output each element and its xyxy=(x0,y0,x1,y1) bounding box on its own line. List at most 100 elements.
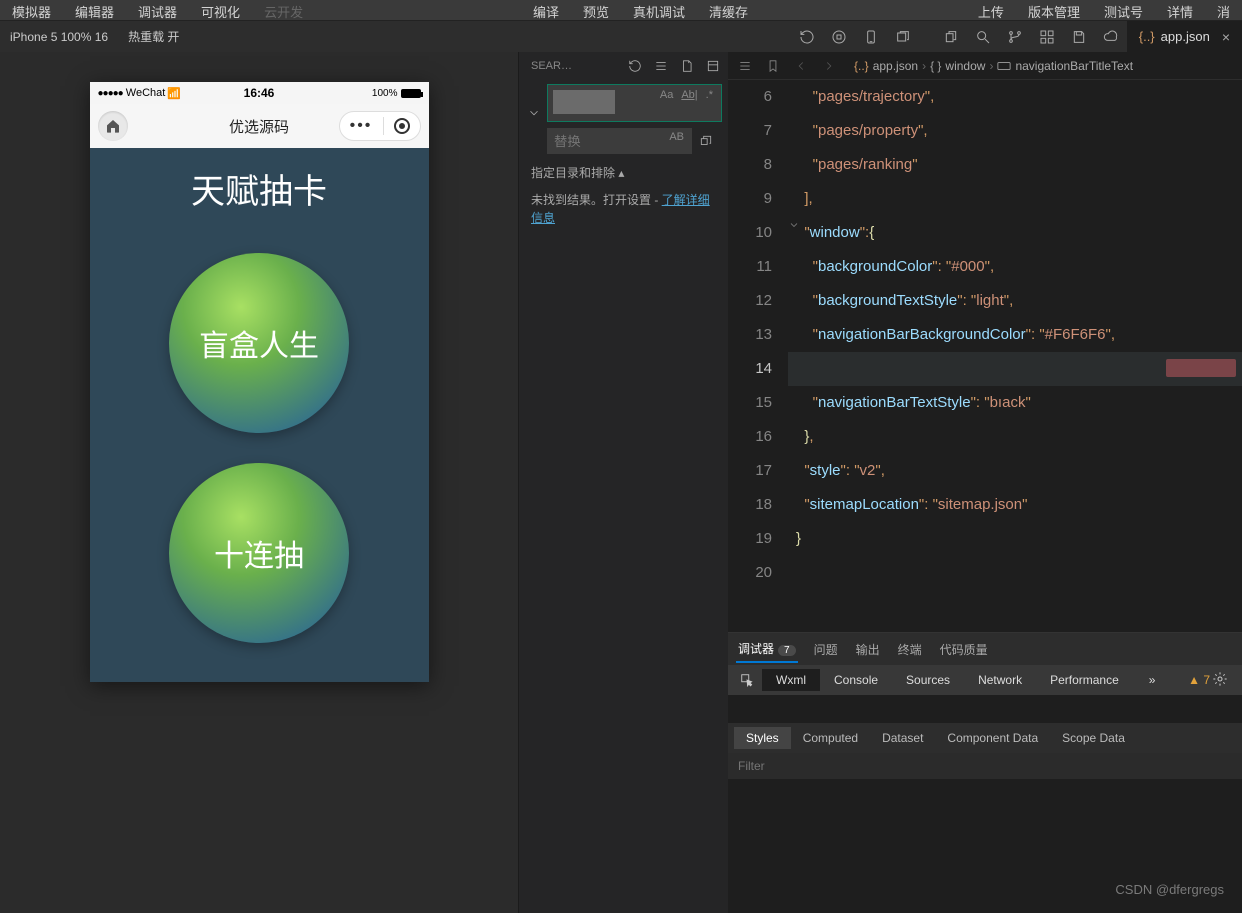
ball-button-2[interactable]: 十连抽 xyxy=(169,463,349,643)
menu-模拟器[interactable]: 模拟器 xyxy=(0,0,63,20)
styles-tab-Component Data[interactable]: Component Data xyxy=(935,727,1050,749)
hot-reload-toggle[interactable]: 热重载 开 xyxy=(118,28,189,45)
devtool-Wxml[interactable]: Wxml xyxy=(762,669,820,691)
search-message: 未找到结果。打开设置 - 了解详细信息 xyxy=(519,185,728,233)
devtool-Network[interactable]: Network xyxy=(964,669,1036,691)
branch-icon[interactable] xyxy=(999,21,1031,53)
dbg-tab-终端[interactable]: 终端 xyxy=(896,637,924,662)
menu-真机调试[interactable]: 真机调试 xyxy=(621,0,697,20)
clear-icon[interactable] xyxy=(650,55,672,77)
breadcrumb-part2[interactable]: navigationBarTitleText xyxy=(1015,59,1133,73)
fold-icon[interactable] xyxy=(788,218,800,235)
expand-replace-icon[interactable] xyxy=(527,106,541,123)
devtool-Console[interactable]: Console xyxy=(820,669,892,691)
dbg-tab-输出[interactable]: 输出 xyxy=(854,637,882,662)
capsule-button[interactable]: ••• xyxy=(339,111,421,141)
menu-预览[interactable]: 预览 xyxy=(571,0,621,20)
grid-icon[interactable] xyxy=(1031,21,1063,53)
device-selector[interactable]: iPhone 5 100% 16 xyxy=(0,30,118,44)
styles-tab-Styles[interactable]: Styles xyxy=(734,727,791,749)
search-label: SEAR… xyxy=(523,60,572,72)
replace-all-icon[interactable] xyxy=(694,128,718,154)
toolbar: iPhone 5 100% 16 热重载 开 {..} app.json × xyxy=(0,20,1242,52)
window-icon[interactable] xyxy=(887,21,919,53)
styles-tab-Computed[interactable]: Computed xyxy=(791,727,870,749)
battery-icon xyxy=(401,89,421,98)
menu-可视化[interactable]: 可视化 xyxy=(189,0,252,20)
menu-消[interactable]: 消 xyxy=(1205,0,1242,20)
debugger-tabs: 调试器7 问题输出终端代码质量 xyxy=(728,633,1242,665)
refresh-icon[interactable] xyxy=(791,21,823,53)
menu-详情[interactable]: 详情 xyxy=(1155,0,1205,20)
breadcrumb-part1[interactable]: window xyxy=(945,59,985,73)
main-menu-bar: 模拟器编辑器调试器可视化云开发 编译预览真机调试清缓存 上传版本管理测试号详情消 xyxy=(0,0,1242,20)
styles-tab-Dataset[interactable]: Dataset xyxy=(870,727,935,749)
styles-tab-Scope Data[interactable]: Scope Data xyxy=(1050,727,1137,749)
settings-icon[interactable] xyxy=(1212,671,1236,690)
object-icon: { } xyxy=(930,59,941,73)
close-tab-icon[interactable]: × xyxy=(1222,29,1230,45)
dbg-tab-代码质量[interactable]: 代码质量 xyxy=(938,637,990,662)
close-target-icon[interactable] xyxy=(384,118,420,134)
cloud-icon[interactable] xyxy=(1095,21,1127,53)
page-heading: 天赋抽卡 xyxy=(191,164,327,213)
preserve-case-toggle[interactable]: AB xyxy=(669,131,684,143)
carrier-label: WeChat xyxy=(126,87,166,99)
phone-preview: ●●●●● WeChat 📶 16:46 100% 优选源码 ••• xyxy=(90,82,429,682)
menu-版本管理[interactable]: 版本管理 xyxy=(1016,0,1092,20)
copy-icon[interactable] xyxy=(935,21,967,53)
redacted-search-value xyxy=(553,90,615,114)
search-icon[interactable] xyxy=(967,21,999,53)
menu-测试号[interactable]: 测试号 xyxy=(1092,0,1155,20)
menu-云开发[interactable]: 云开发 xyxy=(252,0,315,20)
nav-back-icon[interactable] xyxy=(790,55,812,77)
simulator-panel: ●●●●● WeChat 📶 16:46 100% 优选源码 ••• xyxy=(0,52,518,913)
breadcrumb[interactable]: {..} app.json › { } window › navigationB… xyxy=(854,59,1133,73)
phone-navbar: 优选源码 ••• xyxy=(90,104,429,148)
breadcrumb-file[interactable]: app.json xyxy=(873,59,918,73)
tab-label: app.json xyxy=(1161,29,1210,44)
inspect-icon[interactable] xyxy=(734,673,760,687)
phone-status-bar: ●●●●● WeChat 📶 16:46 100% xyxy=(90,82,429,104)
json-icon: {..} xyxy=(1139,29,1155,44)
menu-清缓存[interactable]: 清缓存 xyxy=(697,0,760,20)
devtool-Performance[interactable]: Performance xyxy=(1036,669,1133,691)
watermark: CSDN @dfergregs xyxy=(1115,882,1224,897)
json-icon: {..} xyxy=(854,59,869,73)
include-exclude-toggle[interactable]: 指定目录和排除 xyxy=(519,160,728,185)
filter-input[interactable] xyxy=(728,753,1242,779)
search-panel: SEAR… Aa Ab| .* AB 指定目录和排除 未找到结果。打开设置 - … xyxy=(518,52,728,913)
signal-dots: ●●●●● xyxy=(98,88,123,99)
menu-编译[interactable]: 编译 xyxy=(521,0,571,20)
battery-percent: 100% xyxy=(372,88,398,99)
string-icon xyxy=(997,59,1011,73)
newfile-icon[interactable] xyxy=(676,55,698,77)
menu-编辑器[interactable]: 编辑器 xyxy=(63,0,126,20)
navbar-title: 优选源码 xyxy=(229,116,289,137)
menu-调试器[interactable]: 调试器 xyxy=(126,0,189,20)
more-tabs-icon[interactable]: » xyxy=(1135,669,1170,691)
save-icon[interactable] xyxy=(1063,21,1095,53)
list-icon[interactable] xyxy=(734,55,756,77)
devtools-tabs: WxmlConsoleSourcesNetworkPerformance » ▲… xyxy=(728,665,1242,695)
whole-word-toggle[interactable]: Ab| xyxy=(678,88,700,102)
match-case-toggle[interactable]: Aa xyxy=(657,88,676,102)
ball-button-1[interactable]: 盲盒人生 xyxy=(169,253,349,433)
devtool-Sources[interactable]: Sources xyxy=(892,669,964,691)
dbg-tab-问题[interactable]: 问题 xyxy=(812,637,840,662)
home-button[interactable] xyxy=(98,111,128,141)
menu-上传[interactable]: 上传 xyxy=(966,0,1016,20)
bookmark-icon[interactable] xyxy=(762,55,784,77)
styles-tabs: StylesComputedDatasetComponent DataScope… xyxy=(728,723,1242,753)
warning-count[interactable]: ▲ 7 xyxy=(1188,673,1210,687)
collapse-icon[interactable] xyxy=(702,55,724,77)
menu-dots-icon[interactable]: ••• xyxy=(340,117,383,135)
status-time: 16:46 xyxy=(244,86,275,100)
stop-icon[interactable] xyxy=(823,21,855,53)
dbg-tab-调试器[interactable]: 调试器7 xyxy=(736,636,798,663)
refresh-search-icon[interactable] xyxy=(624,55,646,77)
editor-tab[interactable]: {..} app.json × xyxy=(1127,21,1242,53)
regex-toggle[interactable]: .* xyxy=(703,88,716,102)
nav-forward-icon[interactable] xyxy=(818,55,840,77)
phone-icon[interactable] xyxy=(855,21,887,53)
